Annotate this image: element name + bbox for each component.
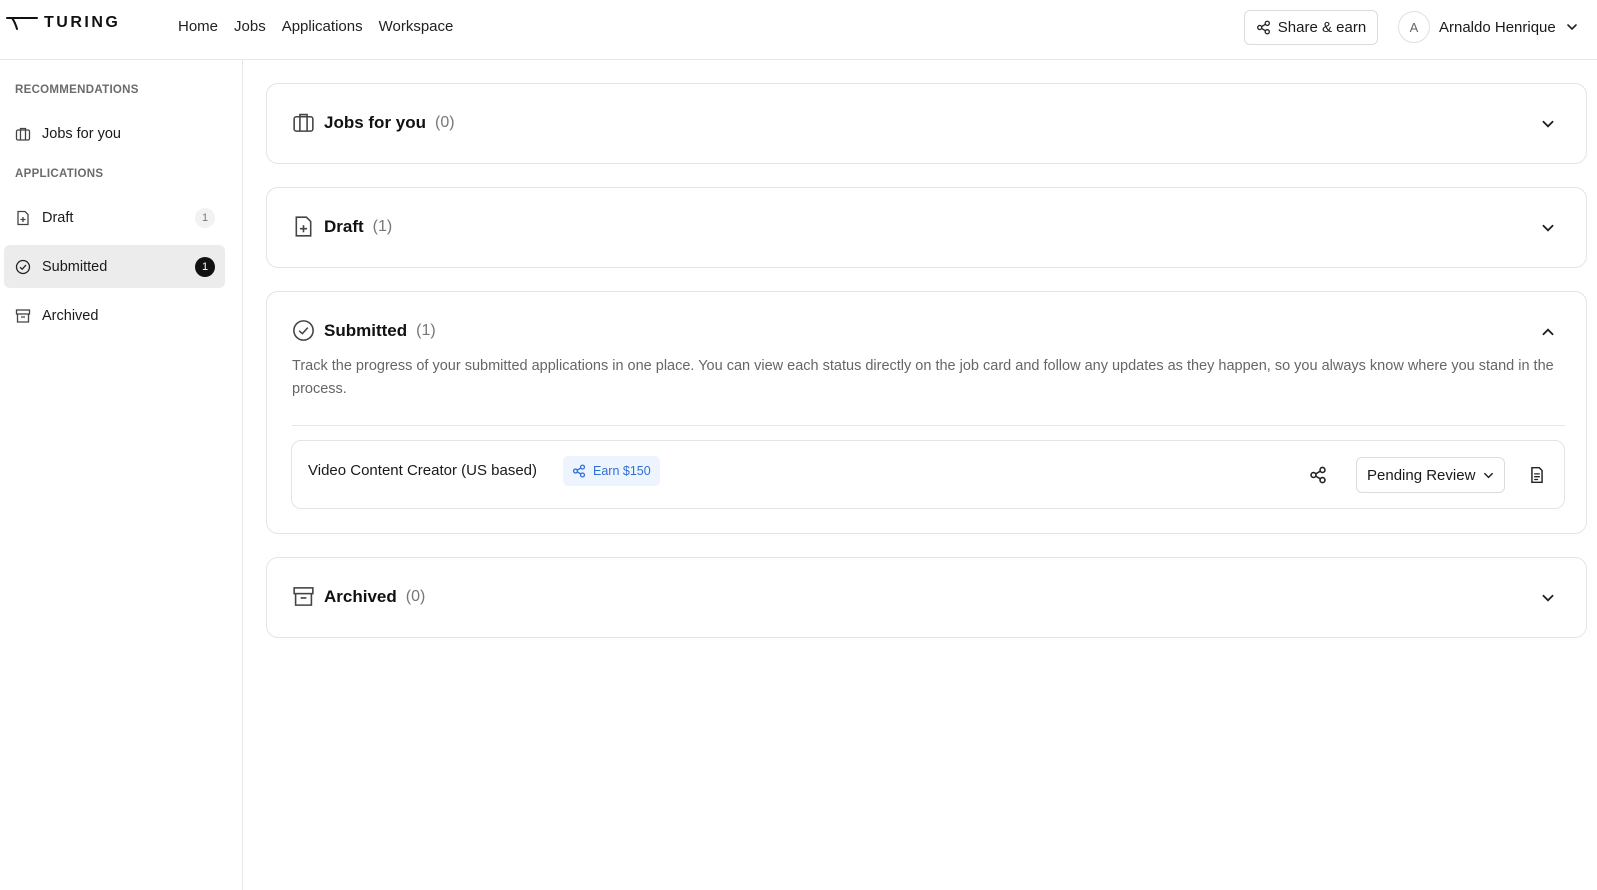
card-title: Archived [324,586,397,606]
share-earn-label: Share & earn [1277,19,1367,36]
job-card[interactable]: Video Content Creator (US based) Earn $1… [291,440,1565,509]
sidebar: RECOMMENDATIONS Jobs for you APPLICATION… [0,60,243,890]
submitted-card: Submitted (1) Track the progress of your… [266,291,1587,534]
briefcase-icon [293,113,314,132]
turing-logo[interactable]: TURING [6,14,120,32]
top-bar: TURING Home Jobs Applications Workspace … [0,0,1597,60]
logo-text: TURING [44,14,121,31]
submitted-header[interactable]: Submitted (1) [292,319,436,342]
jobs-for-you-header[interactable]: Jobs for you (0) [292,111,455,134]
jobs-for-you-card: Jobs for you (0) [266,83,1587,164]
briefcase-icon [15,127,31,141]
user-name: Arnaldo Henrique [1439,18,1556,36]
status-value: Pending Review [1367,466,1476,484]
card-title: Draft [324,216,364,236]
sidebar-item-label: Jobs for you [42,125,121,142]
draft-count-badge: 1 [195,208,215,228]
draft-header[interactable]: Draft (1) [292,215,392,238]
sidebar-item-archived[interactable]: Archived [4,294,225,337]
chevron-down-icon [1566,24,1577,31]
card-count: (1) [416,321,436,339]
earn-badge[interactable]: Earn $150 [563,456,660,486]
chevron-down-icon[interactable] [1540,590,1556,606]
sidebar-item-draft[interactable]: Draft 1 [4,196,225,239]
status-dropdown[interactable]: Pending Review [1356,457,1505,493]
job-title[interactable]: Video Content Creator (US based) [308,462,537,479]
divider [292,425,1565,426]
nav-jobs[interactable]: Jobs [234,18,266,35]
main-nav: Home Jobs Applications Workspace [178,18,453,35]
nav-workspace[interactable]: Workspace [379,18,454,35]
chevron-down-icon[interactable] [1540,220,1556,236]
sidebar-section-recommendations: RECOMMENDATIONS [15,84,139,96]
submitted-count-badge: 1 [195,257,215,277]
chevron-up-icon[interactable] [1540,324,1556,340]
archive-icon [15,308,31,323]
archived-card: Archived (0) [266,557,1587,638]
avatar: A [1398,11,1430,43]
sidebar-item-label: Draft [42,209,74,226]
card-count: (1) [372,217,393,235]
share-icon[interactable] [1309,466,1327,484]
check-circle-icon [293,320,314,341]
sidebar-item-submitted[interactable]: Submitted 1 [4,245,225,288]
archived-header[interactable]: Archived (0) [292,585,425,608]
sidebar-section-applications: APPLICATIONS [15,168,104,180]
nav-applications[interactable]: Applications [282,18,363,35]
user-menu[interactable]: A Arnaldo Henrique [1398,11,1579,43]
card-title: Submitted [324,320,408,340]
card-title: Jobs for you [324,112,427,132]
file-plus-icon [17,210,29,225]
share-earn-button[interactable]: Share & earn [1244,10,1378,45]
file-plus-icon [295,216,312,237]
submitted-description: Track the progress of your submitted app… [292,358,1554,397]
chevron-down-icon[interactable] [1540,116,1556,132]
sidebar-item-jobs-for-you[interactable]: Jobs for you [4,112,225,155]
share-icon [572,464,586,478]
earn-label: Earn $150 [593,464,651,478]
chevron-down-icon [1484,472,1494,478]
share-icon [1256,20,1270,35]
sidebar-item-label: Archived [42,307,99,324]
turing-logo-icon [6,17,38,30]
document-icon[interactable] [1528,466,1546,484]
nav-home[interactable]: Home [178,18,218,35]
sidebar-item-label: Submitted [42,258,108,275]
draft-card: Draft (1) [266,187,1587,268]
card-count: (0) [435,113,455,131]
check-circle-icon [15,259,31,274]
card-count: (0) [405,587,426,605]
archive-icon [293,587,314,606]
